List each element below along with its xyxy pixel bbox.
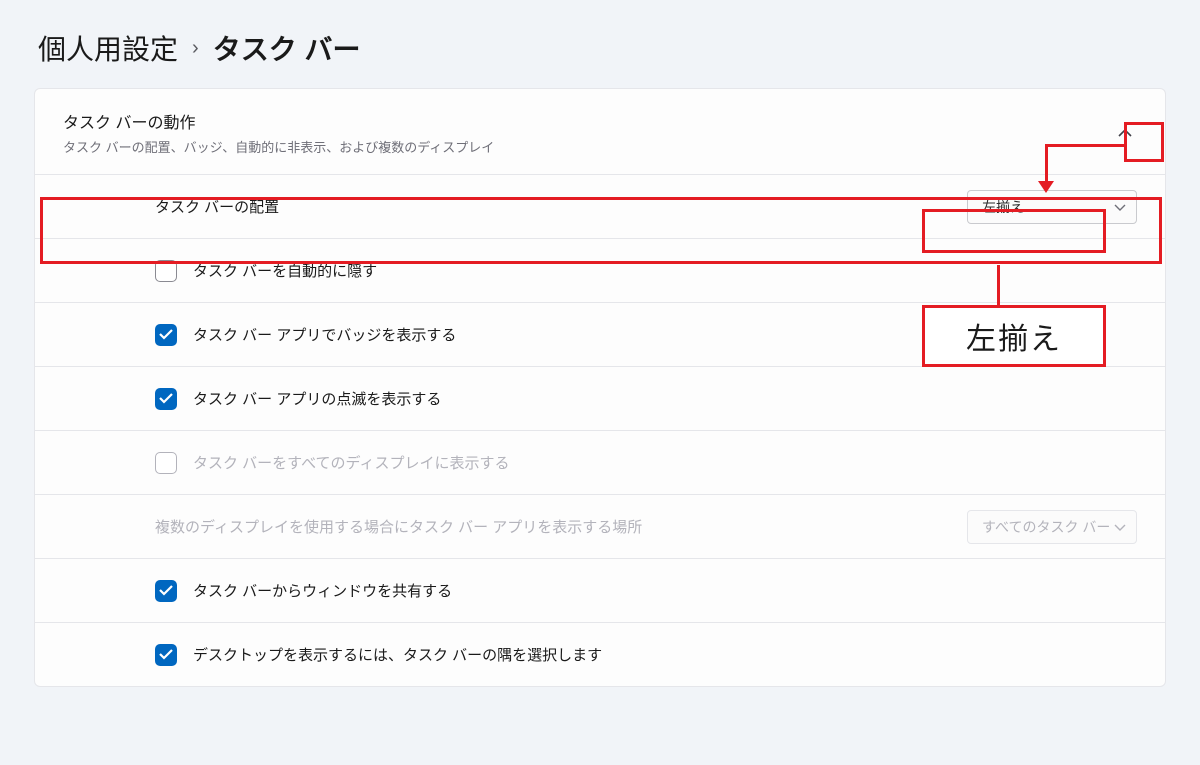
multimon-label: 複数のディスプレイを使用する場合にタスク バー アプリを表示する場所 — [155, 516, 967, 537]
collapse-button[interactable] — [1111, 119, 1139, 147]
alignment-selected-value: 左揃え — [982, 197, 1024, 217]
taskbar-behaviors-panel: タスク バーの動作 タスク バーの配置、バッジ、自動的に非表示、および複数のディ… — [34, 88, 1166, 687]
share-windows-label: タスク バーからウィンドウを共有する — [193, 580, 1137, 601]
show-desktop-label: デスクトップを表示するには、タスク バーの隅を選択します — [193, 644, 1137, 665]
all-displays-checkbox — [155, 452, 177, 474]
chevron-down-icon — [1114, 199, 1126, 215]
row-share-windows: タスク バーからウィンドウを共有する — [35, 558, 1165, 622]
row-taskbar-alignment: タスク バーの配置 左揃え — [35, 174, 1165, 238]
row-all-displays: タスク バーをすべてのディスプレイに表示する — [35, 430, 1165, 494]
show-flashing-label: タスク バー アプリの点滅を表示する — [193, 388, 1137, 409]
alignment-select[interactable]: 左揃え — [967, 190, 1137, 224]
group-title: タスク バーの動作 — [63, 109, 1137, 133]
row-show-desktop: デスクトップを表示するには、タスク バーの隅を選択します — [35, 622, 1165, 686]
alignment-label: タスク バーの配置 — [155, 196, 967, 217]
show-desktop-checkbox[interactable] — [155, 644, 177, 666]
auto-hide-checkbox[interactable] — [155, 260, 177, 282]
row-show-badges: タスク バー アプリでバッジを表示する — [35, 302, 1165, 366]
breadcrumb-current: タスク バー — [213, 28, 361, 68]
group-subtitle: タスク バーの配置、バッジ、自動的に非表示、および複数のディスプレイ — [63, 137, 1137, 156]
breadcrumb: 個人用設定 › タスク バー — [0, 0, 1200, 88]
show-flashing-checkbox[interactable] — [155, 388, 177, 410]
taskbar-behaviors-header[interactable]: タスク バーの動作 タスク バーの配置、バッジ、自動的に非表示、および複数のディ… — [35, 89, 1165, 174]
row-auto-hide: タスク バーを自動的に隠す — [35, 238, 1165, 302]
row-multimon-location: 複数のディスプレイを使用する場合にタスク バー アプリを表示する場所 すべてのタ… — [35, 494, 1165, 558]
breadcrumb-parent[interactable]: 個人用設定 — [38, 28, 178, 68]
show-badges-checkbox[interactable] — [155, 324, 177, 346]
auto-hide-label: タスク バーを自動的に隠す — [193, 260, 1137, 281]
row-show-flashing: タスク バー アプリの点滅を表示する — [35, 366, 1165, 430]
multimon-selected-value: すべてのタスク バー — [982, 517, 1110, 537]
multimon-select: すべてのタスク バー — [967, 510, 1137, 544]
breadcrumb-separator: › — [192, 37, 199, 60]
all-displays-label: タスク バーをすべてのディスプレイに表示する — [193, 452, 1137, 473]
chevron-down-icon — [1114, 519, 1126, 535]
share-windows-checkbox[interactable] — [155, 580, 177, 602]
chevron-up-icon — [1118, 124, 1132, 142]
show-badges-label: タスク バー アプリでバッジを表示する — [193, 324, 1137, 345]
